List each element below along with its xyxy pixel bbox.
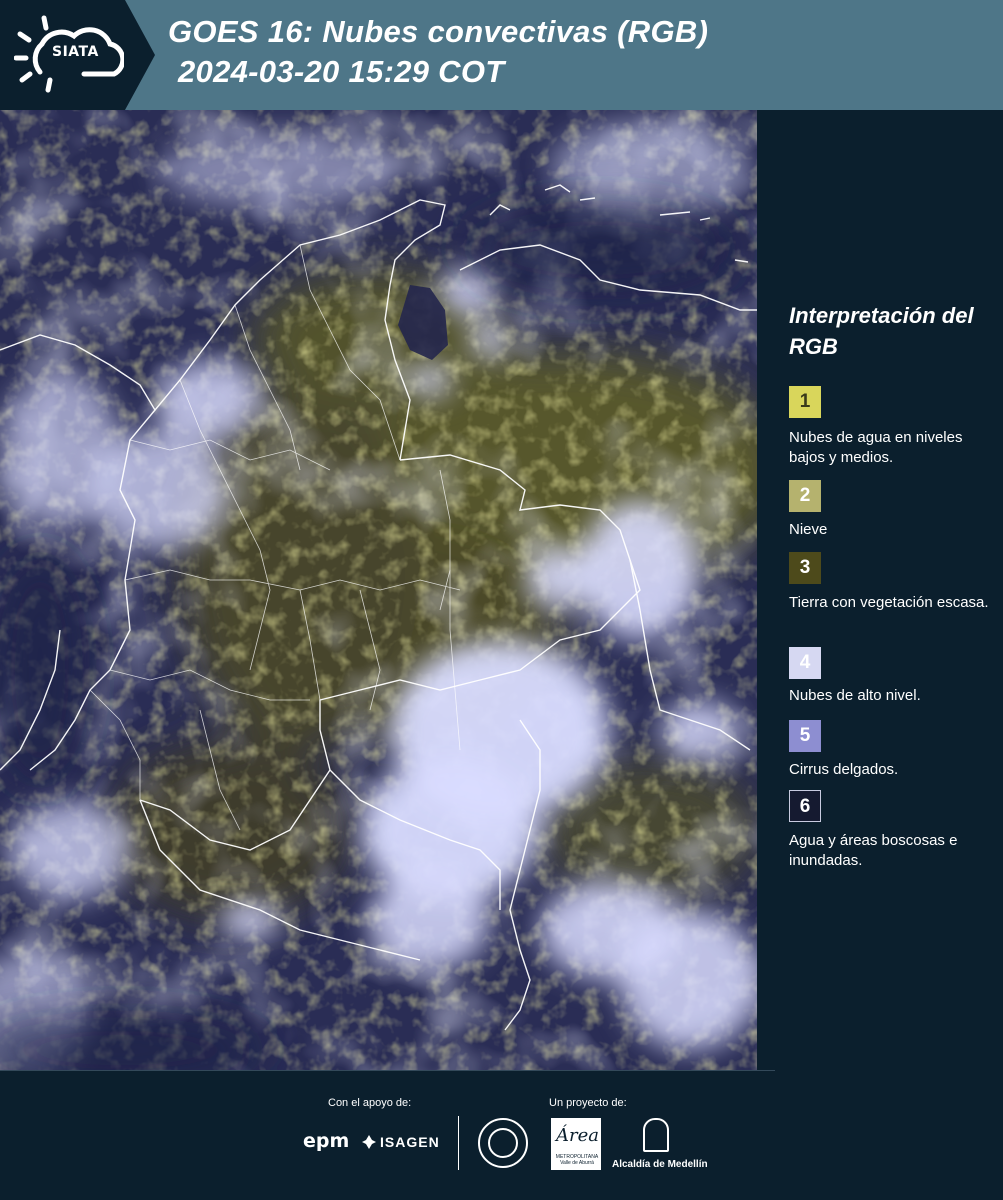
- legend-swatch-1: 1: [789, 386, 821, 418]
- page-timestamp: 2024-03-20 15:29 COT: [178, 54, 505, 89]
- satellite-image: [0, 110, 757, 1070]
- legend-label-5: Cirrus delgados.: [789, 761, 899, 778]
- satellite-rgb-map: [0, 110, 757, 1070]
- legend-swatch-2: 2: [789, 480, 821, 512]
- legend-label-2: Nieve: [789, 521, 828, 538]
- siata-logo: SIATA: [0, 0, 155, 110]
- legend-swatch-5: 5: [789, 720, 821, 752]
- header-bar: SIATA GOES 16: Nubes convectivas (RGB) 2…: [0, 0, 1003, 110]
- seal-inner-icon: [488, 1128, 518, 1158]
- support-label: Con el apoyo de:: [328, 1097, 412, 1109]
- legend-label-3: Tierra con vegetación escasa.: [789, 594, 989, 611]
- project-label: Un proyecto de:: [549, 1097, 627, 1109]
- legend-panel: Interpretación del RGB 1 Nubes de agua e…: [757, 110, 1003, 1070]
- isagen-logo: ISAGEN: [380, 1134, 440, 1150]
- footer-vertical-divider: [458, 1116, 459, 1170]
- legend-label-1: Nubes de agua en niveles bajos y medios.: [789, 429, 963, 466]
- legend-swatch-4: 4: [789, 647, 821, 679]
- page-title: GOES 16: Nubes convectivas (RGB): [168, 14, 709, 49]
- footer: Con el apoyo de: Un proyecto de: epm ISA…: [0, 1070, 1003, 1200]
- legend-swatch-3: 3: [789, 552, 821, 584]
- alcaldia-logo-text: Alcaldía de Medellín: [612, 1159, 708, 1170]
- area-logo-subtext: METROPOLITANA Valle de Aburrá: [555, 1154, 599, 1166]
- logo-text: SIATA: [52, 44, 99, 60]
- legend-swatch-6: 6: [789, 790, 821, 822]
- epm-logo: epm: [303, 1130, 350, 1152]
- alcaldia-emblem-icon: [643, 1118, 669, 1152]
- medellin-seal-icon: [478, 1118, 528, 1168]
- legend-title: Interpretación del RGB: [789, 303, 974, 359]
- legend-label-6: Agua y áreas boscosas e inundadas.: [789, 832, 958, 869]
- legend-label-4: Nubes de alto nivel.: [789, 687, 921, 704]
- footer-divider: [0, 1070, 775, 1071]
- area-logo-text: Área: [556, 1125, 599, 1146]
- isagen-mark-icon: [362, 1135, 376, 1149]
